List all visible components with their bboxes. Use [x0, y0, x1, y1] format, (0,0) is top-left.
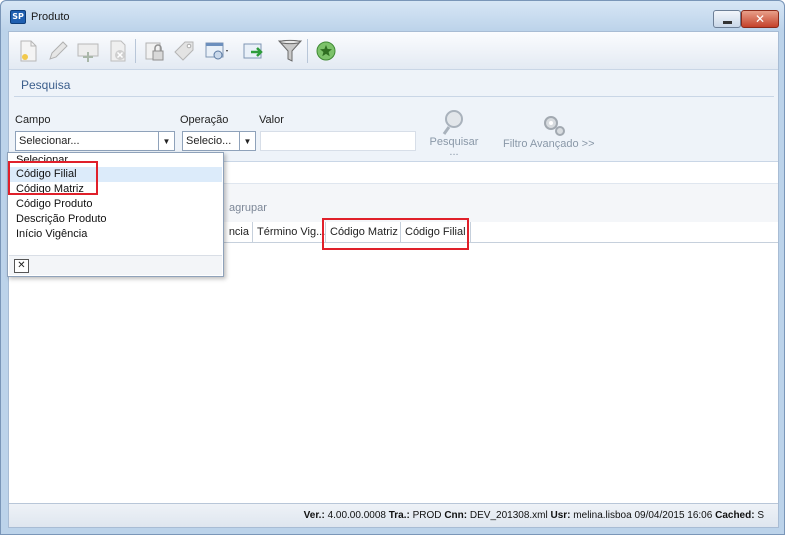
status-datetime: 09/04/2015 16:06 — [634, 510, 713, 521]
grid-body[interactable] — [9, 243, 778, 503]
delete-icon[interactable] — [105, 38, 131, 64]
lock-icon[interactable] — [141, 38, 167, 64]
annotation-highlight-box — [8, 161, 98, 195]
magnifier-icon — [442, 110, 463, 135]
add-row-icon[interactable] — [75, 38, 101, 64]
status-cached-label: Cached: — [715, 510, 755, 521]
minimize-button[interactable] — [713, 10, 741, 28]
close-icon: ✕ — [754, 12, 766, 26]
close-icon[interactable]: ✕ — [14, 259, 29, 273]
status-tra-label: Tra.: — [388, 510, 410, 521]
status-info: Ver.: 4.00.00.0008 Tra.: PROD Cnn: DEV_2… — [304, 510, 764, 521]
status-cnn-value: DEV_201308.xml — [469, 510, 548, 521]
tag-icon[interactable] — [171, 38, 197, 64]
window-title: Produto — [31, 11, 70, 23]
pesquisar-button[interactable]: Pesquisar ... — [425, 108, 483, 158]
dropdown-item-codigo-produto[interactable]: Código Produto — [9, 197, 222, 212]
status-bar: Ver.: 4.00.00.0008 Tra.: PROD Cnn: DEV_2… — [9, 503, 778, 527]
title-bar[interactable]: SP Produto ✕ — [1, 1, 784, 31]
status-cached-value: S — [757, 510, 764, 521]
minimize-icon — [722, 20, 732, 24]
status-tra-value: PROD — [412, 510, 442, 521]
close-button[interactable]: ✕ — [741, 10, 779, 28]
filter-funnel-icon[interactable] — [277, 38, 303, 64]
app-logo-icon: SP — [10, 10, 26, 24]
campo-select[interactable]: Selecionar... ▼ — [15, 131, 175, 151]
dropdown-item-inicio-vigencia[interactable]: Início Vigência — [9, 227, 222, 242]
group-by-hint: agrupar — [229, 202, 267, 214]
filtro-avancado-button[interactable]: Filtro Avançado >> — [503, 112, 613, 150]
export-icon[interactable] — [241, 38, 267, 64]
filtro-avancado-label: Filtro Avançado >> — [503, 138, 595, 150]
chevron-down-icon[interactable]: ▼ — [158, 132, 174, 150]
operacao-select[interactable]: Selecio... ▼ — [182, 131, 256, 151]
column-header-inicio-vigencia[interactable]: ncia — [223, 222, 253, 242]
annotation-highlight-box — [322, 218, 469, 250]
chevron-down-icon[interactable]: ▼ — [239, 132, 255, 150]
search-panel: Pesquisa Campo Selecionar... ▼ Operação … — [9, 70, 778, 162]
new-document-icon[interactable] — [15, 38, 41, 64]
toolbar — [9, 32, 778, 70]
campo-select-value: Selecionar... — [19, 135, 80, 147]
dropdown-item-descricao-produto[interactable]: Descrição Produto — [9, 212, 222, 227]
status-ver-value: 4.00.00.0008 — [327, 510, 386, 521]
status-usr-value: melina.lisboa — [573, 510, 632, 521]
status-ver-label: Ver.: — [303, 510, 325, 521]
panel-divider — [14, 96, 774, 97]
dropdown-footer: ✕ — [9, 255, 222, 275]
status-cnn-label: Cnn: — [444, 510, 468, 521]
valor-label: Valor — [259, 114, 284, 126]
column-header-termino-vigencia[interactable]: Término Vig... — [253, 222, 326, 242]
favorite-star-icon[interactable] — [313, 38, 339, 64]
view-options-icon[interactable] — [203, 38, 229, 64]
main-content: Pesquisa Campo Selecionar... ▼ Operação … — [8, 31, 779, 528]
toolbar-separator — [135, 39, 136, 63]
operacao-label: Operação — [180, 114, 229, 126]
operacao-select-value: Selecio... — [186, 135, 232, 147]
panel-title: Pesquisa — [21, 78, 71, 92]
edit-icon[interactable] — [45, 38, 71, 64]
valor-input[interactable] — [260, 131, 416, 151]
status-usr-label: Usr: — [550, 510, 571, 521]
toolbar-separator — [307, 39, 308, 63]
pesquisar-ellipsis: ... — [449, 146, 459, 158]
campo-label: Campo — [15, 114, 51, 126]
gears-icon — [544, 116, 565, 136]
